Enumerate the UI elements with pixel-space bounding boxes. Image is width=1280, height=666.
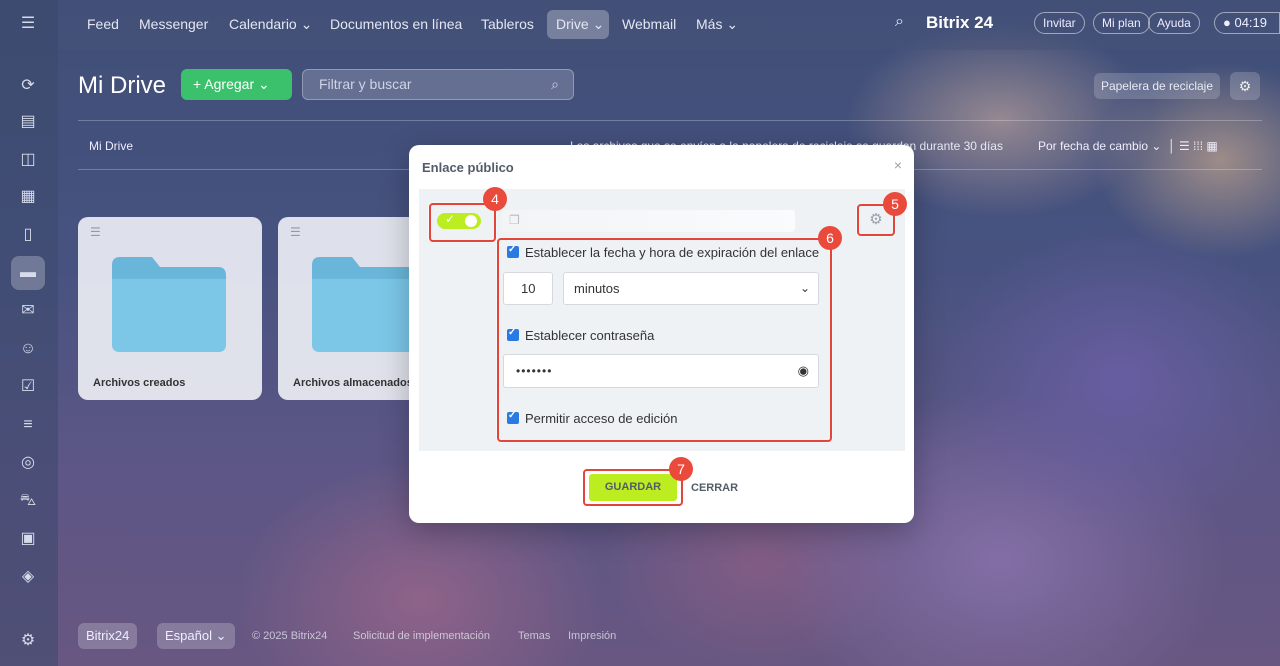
close-icon[interactable]: ×: [894, 157, 902, 173]
documents-icon[interactable]: ▯: [17, 224, 39, 246]
footer-copyright: © 2025 Bitrix24: [252, 630, 328, 642]
settings-icon[interactable]: ⚙: [17, 630, 39, 652]
public-link-field[interactable]: [502, 210, 795, 232]
folder-label: Archivos almacenados: [293, 377, 413, 389]
dialog-title: Enlace público: [422, 160, 514, 175]
brand-logo: Bitrix 24: [926, 13, 994, 32]
menu-icon[interactable]: ☰: [17, 13, 39, 35]
copy-icon[interactable]: ❐: [509, 213, 523, 229]
annotation-badge: 7: [669, 457, 693, 481]
clock-button[interactable]: ● 04:19: [1214, 12, 1280, 34]
gear-icon[interactable]: ⚙: [1230, 72, 1260, 100]
nav-documentos[interactable]: Documentos en línea: [330, 16, 462, 32]
nav-mas[interactable]: Más ⌄: [696, 16, 738, 33]
search-icon: ⌕: [551, 76, 559, 92]
nav-webmail[interactable]: Webmail: [622, 16, 676, 32]
search-icon[interactable]: ⌕: [895, 13, 904, 31]
nav-calendario[interactable]: Calendario ⌄: [229, 16, 312, 33]
folder-label: Archivos creados: [93, 377, 186, 389]
nav-tableros[interactable]: Tableros: [481, 16, 534, 32]
chevron-down-icon: ⌄: [592, 16, 605, 32]
feed-icon[interactable]: ▤: [17, 111, 39, 133]
nav-messenger[interactable]: Messenger: [139, 16, 208, 32]
contacts-icon[interactable]: ☺: [17, 338, 39, 360]
highlight-toggle: [429, 203, 496, 242]
funnel-icon[interactable]: ≡: [17, 414, 39, 436]
page-title: Mi Drive: [78, 72, 166, 99]
help-button[interactable]: Ayuda: [1148, 12, 1200, 34]
chat-icon[interactable]: ◫: [17, 149, 39, 171]
chevron-down-icon: ⌄: [300, 16, 313, 32]
menu-icon[interactable]: ☰: [90, 225, 101, 239]
mail-icon[interactable]: ✉: [17, 300, 39, 322]
box-icon[interactable]: ◈: [17, 566, 39, 588]
footer-link-themes[interactable]: Temas: [518, 630, 550, 642]
cart-icon[interactable]: ⛍: [17, 490, 39, 512]
tasks-icon[interactable]: ☑: [17, 376, 39, 398]
annotation-badge: 4: [483, 187, 507, 211]
target-icon[interactable]: ◎: [17, 452, 39, 474]
annotation-badge: 5: [883, 192, 907, 216]
activity-icon[interactable]: ⟳: [17, 75, 39, 97]
highlight-settings: [497, 238, 832, 442]
plan-button[interactable]: Mi plan: [1093, 12, 1150, 34]
sort-select[interactable]: Por fecha de cambio ⌄ │ ☰ ⁞⁞⁞ ▦: [1038, 139, 1218, 153]
add-button[interactable]: + Agregar ⌄: [181, 69, 292, 100]
nav-feed[interactable]: Feed: [87, 16, 119, 32]
drive-icon[interactable]: ▬: [17, 262, 39, 284]
trash-button[interactable]: Papelera de reciclaje: [1094, 73, 1220, 99]
highlight-save: [583, 469, 683, 506]
folder-card[interactable]: ☰ Archivos creados: [78, 217, 262, 400]
annotation-badge: 6: [818, 226, 842, 250]
calendar-icon[interactable]: ▦: [17, 186, 39, 208]
nav-drive[interactable]: Drive ⌄: [556, 16, 604, 33]
footer-link-print[interactable]: Impresión: [568, 630, 616, 642]
card-icon[interactable]: ▣: [17, 528, 39, 550]
chevron-down-icon: ⌄: [726, 16, 739, 32]
footer-brand[interactable]: Bitrix24: [78, 623, 138, 649]
left-sidebar: ☰ ⟳ ▤ ◫ ▦ ▯ ▬ ✉ ☺ ☑ ≡ ◎ ⛍ ▣ ◈ ⚙: [0, 0, 58, 666]
folder-icon: [112, 257, 226, 352]
footer-link-implementation[interactable]: Solicitud de implementación: [353, 630, 490, 642]
cancel-button[interactable]: CERRAR: [691, 482, 738, 494]
invite-button[interactable]: Invitar: [1034, 12, 1085, 34]
breadcrumb[interactable]: Mi Drive: [89, 139, 133, 153]
language-select[interactable]: Español ⌄: [157, 623, 235, 649]
menu-icon[interactable]: ☰: [290, 225, 301, 239]
search-input[interactable]: Filtrar y buscar ⌕: [302, 69, 574, 100]
